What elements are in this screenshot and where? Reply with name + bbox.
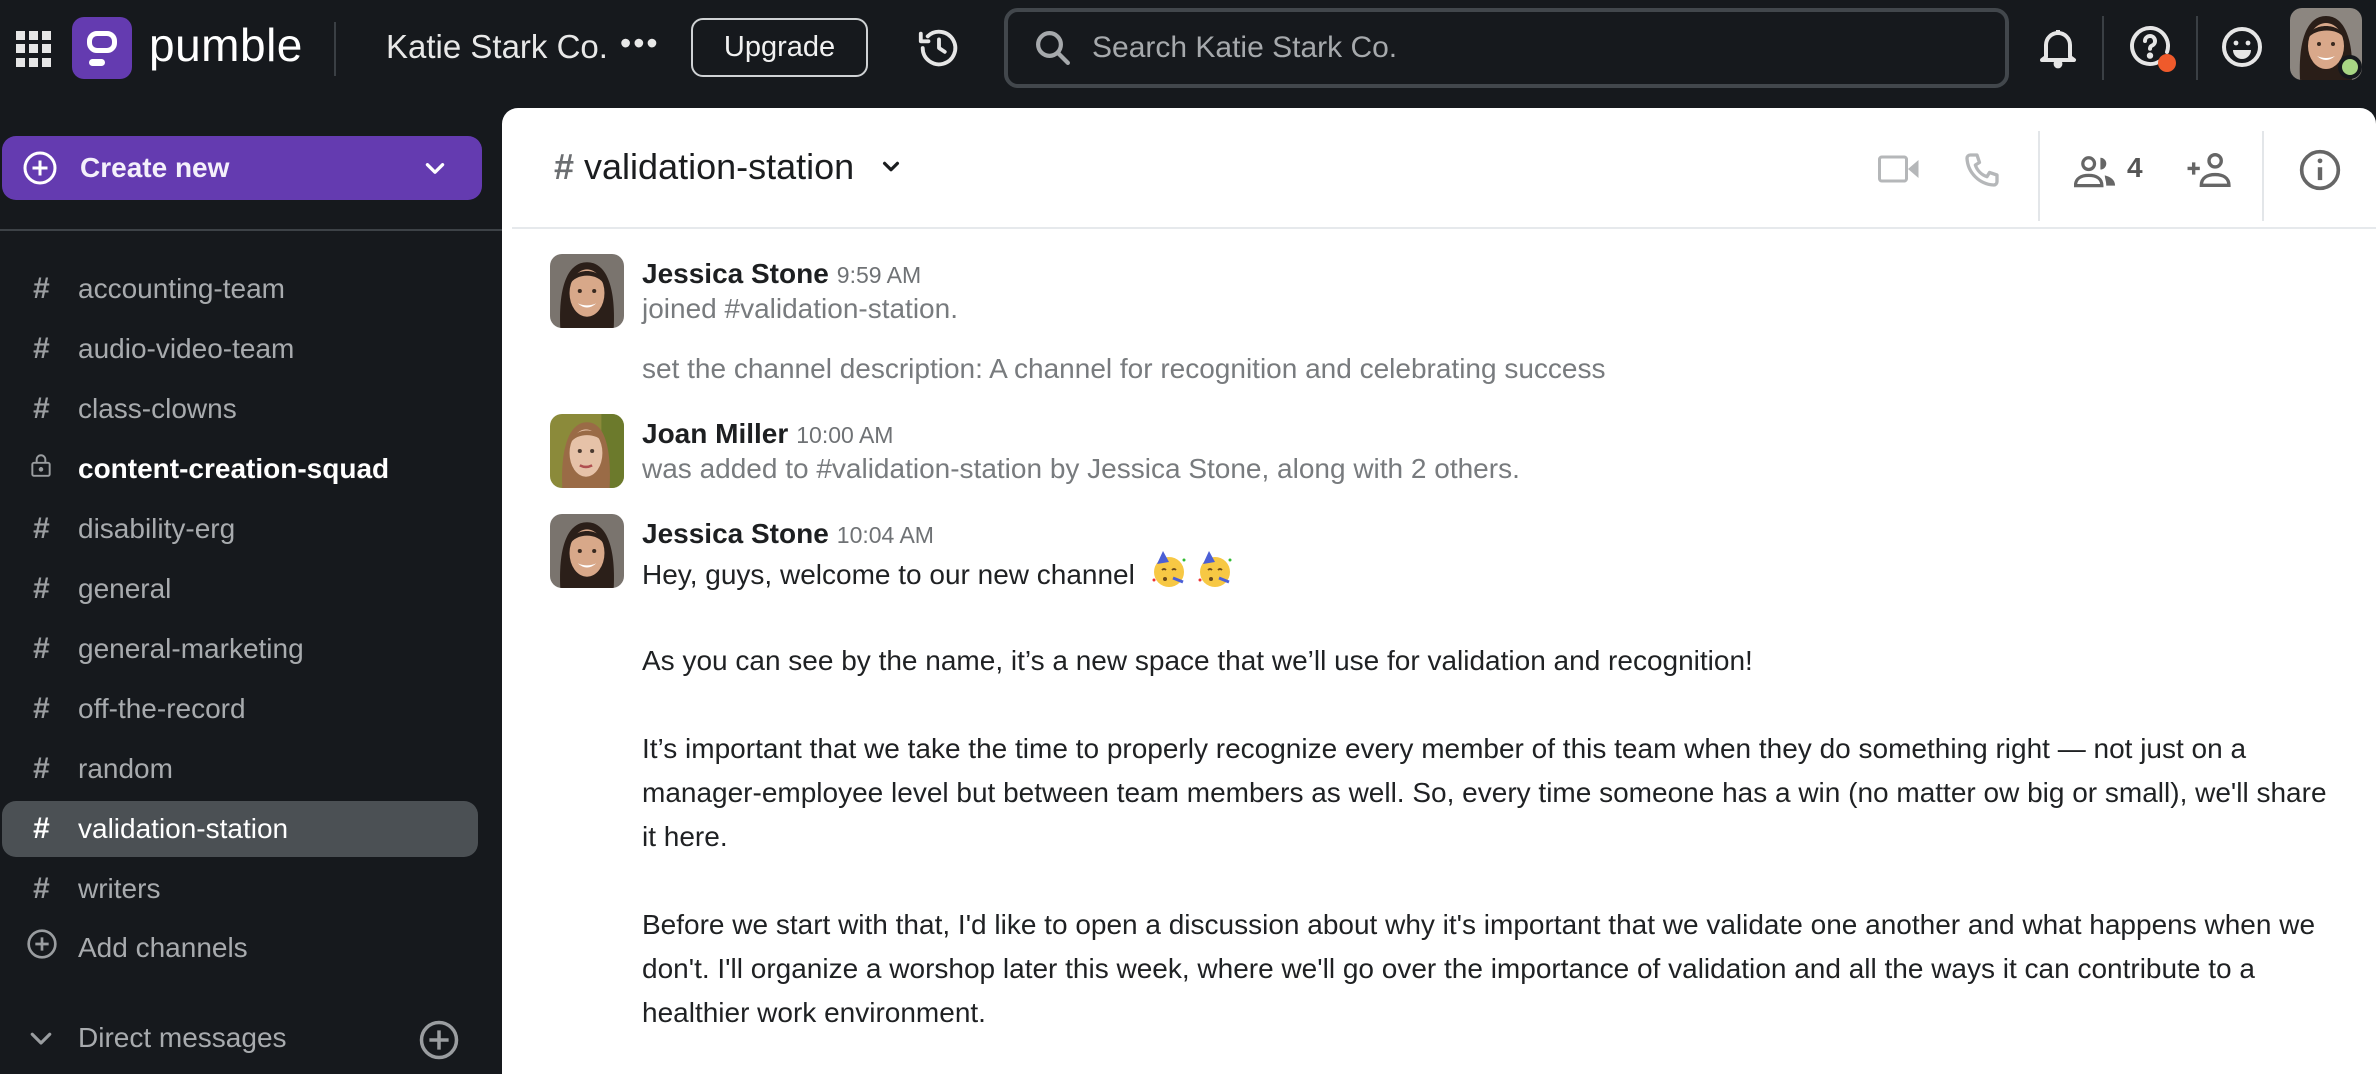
hash-icon: # bbox=[32, 332, 50, 365]
brand-name: pumble bbox=[149, 19, 303, 71]
partying-face-emoji bbox=[1198, 551, 1232, 587]
sidebar-channel-disability-erg[interactable]: # disability-erg bbox=[2, 501, 478, 557]
partying-face-emoji bbox=[1152, 551, 1186, 587]
sidebar-channel-general-marketing[interactable]: # general-marketing bbox=[2, 621, 478, 677]
bell-icon[interactable] bbox=[2034, 23, 2082, 71]
channel-name: audio-video-team bbox=[78, 333, 295, 364]
channel-name: general bbox=[78, 573, 172, 604]
message-author[interactable]: Joan Miller 10:00 AM bbox=[642, 418, 893, 450]
message-paragraph: As you can see by the name, it’s a new s… bbox=[642, 645, 1753, 676]
direct-messages-section[interactable]: Direct messages bbox=[2, 1014, 478, 1062]
message-time: 9:59 AM bbox=[836, 262, 922, 288]
author-avatar[interactable] bbox=[550, 254, 624, 328]
chevron-down-icon[interactable] bbox=[26, 1023, 56, 1053]
sidebar-channel-writers[interactable]: # writers bbox=[2, 861, 478, 917]
channel-name: disability-erg bbox=[78, 513, 236, 544]
header-divider bbox=[2038, 131, 2040, 221]
plus-circle-icon bbox=[23, 151, 57, 185]
topbar-divider bbox=[334, 22, 336, 76]
channel-name: validation-station bbox=[584, 146, 855, 187]
chevron-down-icon bbox=[425, 163, 445, 174]
channel-name: off-the-record bbox=[78, 693, 246, 724]
emoji-status-icon[interactable] bbox=[2218, 23, 2266, 71]
top-bar: pumble Katie Stark Co. ••• Upgrade bbox=[0, 0, 2376, 96]
hash-icon: # bbox=[32, 572, 50, 605]
workspace-name[interactable]: Katie Stark Co. bbox=[386, 28, 608, 66]
channel-name: random bbox=[78, 753, 173, 784]
member-count[interactable]: 4 bbox=[2127, 152, 2143, 184]
video-call-icon[interactable] bbox=[1878, 152, 1920, 186]
workspace-more-button[interactable]: ••• bbox=[620, 25, 660, 62]
sidebar-divider bbox=[0, 229, 502, 231]
history-icon[interactable] bbox=[916, 25, 962, 71]
message-time: 10:00 AM bbox=[796, 422, 894, 448]
message-author[interactable]: Jessica Stone 9:59 AM bbox=[642, 258, 921, 290]
pumble-logo bbox=[72, 17, 132, 79]
header-separator bbox=[512, 227, 2376, 229]
message-paragraph: It’s important that we take the time to … bbox=[642, 733, 2327, 852]
plus-circle-icon bbox=[26, 928, 57, 968]
hash-icon: # bbox=[554, 146, 575, 187]
channel-title-button[interactable]: # validation-station bbox=[554, 146, 902, 188]
sidebar-channel-audio-video-team[interactable]: # audio-video-team bbox=[2, 321, 478, 377]
search-bar[interactable] bbox=[1004, 8, 2009, 88]
add-channels-button[interactable]: Add channels bbox=[2, 920, 478, 976]
message-author[interactable]: Jessica Stone 10:04 AM bbox=[642, 518, 934, 550]
hash-icon: # bbox=[32, 392, 50, 425]
direct-messages-label: Direct messages bbox=[78, 1022, 287, 1053]
channel-name: writers bbox=[78, 873, 161, 904]
hash-icon: # bbox=[32, 692, 50, 725]
topbar-divider bbox=[2196, 16, 2198, 80]
hash-icon: # bbox=[32, 752, 50, 785]
hash-icon: # bbox=[32, 872, 50, 905]
lock-icon bbox=[26, 450, 56, 488]
system-message: was added to #validation-station by Jess… bbox=[642, 453, 1520, 484]
add-member-icon[interactable] bbox=[2186, 150, 2232, 190]
header-divider bbox=[2262, 131, 2264, 221]
create-new-button[interactable]: Create new bbox=[2, 136, 482, 200]
message-paragraph: Before we start with that, I'd like to o… bbox=[642, 909, 2316, 1028]
topbar-divider bbox=[2102, 16, 2104, 80]
sidebar-channel-content-creation-squad[interactable]: content-creation-squad bbox=[2, 441, 478, 497]
hash-icon: # bbox=[32, 632, 50, 665]
system-message: joined #validation-station. bbox=[642, 293, 958, 324]
add-channels-label: Add channels bbox=[78, 932, 248, 963]
sidebar-channel-general[interactable]: # general bbox=[2, 561, 478, 617]
chevron-down-icon bbox=[883, 161, 900, 172]
sidebar-channel-off-the-record[interactable]: # off-the-record bbox=[2, 681, 478, 737]
channel-name: accounting-team bbox=[78, 273, 286, 304]
sidebar-channel-accounting-team[interactable]: # accounting-team bbox=[2, 261, 478, 317]
apps-grid-icon[interactable] bbox=[16, 31, 52, 67]
pumble-app: pumble Katie Stark Co. ••• Upgrade Searc… bbox=[0, 0, 2376, 1074]
channel-header: # validation-station 4 bbox=[502, 108, 2376, 228]
hash-icon: # bbox=[32, 812, 50, 845]
add-direct-message-icon[interactable] bbox=[418, 1019, 460, 1061]
help-button[interactable] bbox=[2126, 22, 2178, 74]
sidebar-channel-class-clowns[interactable]: # class-clowns bbox=[2, 381, 478, 437]
channel-name: class-clowns bbox=[78, 393, 237, 424]
upgrade-button[interactable]: Upgrade bbox=[691, 18, 868, 77]
phone-call-icon[interactable] bbox=[1962, 148, 2002, 192]
channel-name: general-marketing bbox=[78, 633, 304, 664]
sidebar-channel-random[interactable]: # random bbox=[2, 741, 478, 797]
members-icon[interactable] bbox=[2074, 154, 2118, 188]
presence-indicator bbox=[2338, 55, 2362, 79]
help-notification-badge bbox=[2158, 54, 2176, 72]
message-time: 10:04 AM bbox=[836, 522, 934, 548]
system-message: set the channel description: A channel f… bbox=[642, 353, 1606, 384]
message-paragraph: Hey, guys, welcome to our new channel bbox=[642, 550, 2332, 597]
author-avatar[interactable] bbox=[550, 514, 624, 588]
sidebar-channel-validation-station[interactable]: # validation-station bbox=[2, 801, 478, 857]
info-icon[interactable] bbox=[2298, 148, 2342, 192]
channel-name: content-creation-squad bbox=[78, 453, 390, 484]
hash-icon: # bbox=[32, 272, 50, 305]
author-avatar[interactable] bbox=[550, 414, 624, 488]
search-icon bbox=[1036, 31, 1070, 65]
create-new-label: Create new bbox=[80, 152, 230, 183]
search-input[interactable] bbox=[1092, 31, 2005, 65]
hash-icon: # bbox=[32, 512, 50, 545]
channel-name: validation-station bbox=[78, 813, 289, 844]
